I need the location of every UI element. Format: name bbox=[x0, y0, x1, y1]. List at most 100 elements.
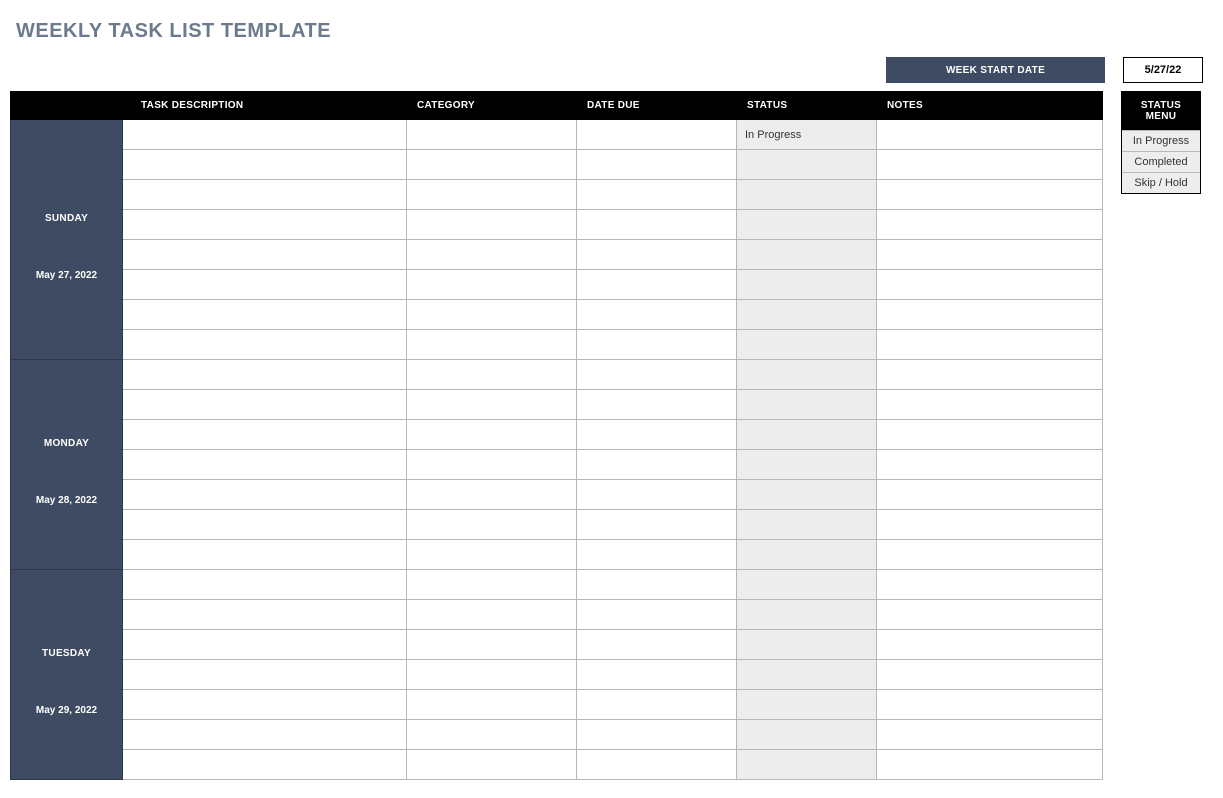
status-cell[interactable] bbox=[737, 600, 877, 630]
category-cell[interactable] bbox=[407, 720, 577, 750]
notes-cell[interactable] bbox=[877, 720, 1103, 750]
notes-cell[interactable] bbox=[877, 450, 1103, 480]
status-cell[interactable] bbox=[737, 390, 877, 420]
task-cell[interactable] bbox=[123, 690, 407, 720]
task-cell[interactable] bbox=[123, 450, 407, 480]
status-cell[interactable] bbox=[737, 360, 877, 390]
task-cell[interactable] bbox=[123, 600, 407, 630]
date-due-cell[interactable] bbox=[577, 420, 737, 450]
task-cell[interactable] bbox=[123, 180, 407, 210]
task-cell[interactable] bbox=[123, 270, 407, 300]
task-cell[interactable] bbox=[123, 630, 407, 660]
notes-cell[interactable] bbox=[877, 390, 1103, 420]
status-cell[interactable] bbox=[737, 690, 877, 720]
notes-cell[interactable] bbox=[877, 360, 1103, 390]
task-cell[interactable] bbox=[123, 150, 407, 180]
task-cell[interactable] bbox=[123, 510, 407, 540]
status-cell[interactable] bbox=[737, 150, 877, 180]
notes-cell[interactable] bbox=[877, 210, 1103, 240]
notes-cell[interactable] bbox=[877, 300, 1103, 330]
status-menu-item[interactable]: Skip / Hold bbox=[1122, 172, 1200, 193]
date-due-cell[interactable] bbox=[577, 750, 737, 780]
date-due-cell[interactable] bbox=[577, 270, 737, 300]
category-cell[interactable] bbox=[407, 180, 577, 210]
category-cell[interactable] bbox=[407, 420, 577, 450]
category-cell[interactable] bbox=[407, 690, 577, 720]
status-cell[interactable] bbox=[737, 660, 877, 690]
date-due-cell[interactable] bbox=[577, 240, 737, 270]
task-cell[interactable] bbox=[123, 300, 407, 330]
date-due-cell[interactable] bbox=[577, 510, 737, 540]
status-cell[interactable] bbox=[737, 750, 877, 780]
date-due-cell[interactable] bbox=[577, 180, 737, 210]
status-cell[interactable] bbox=[737, 630, 877, 660]
category-cell[interactable] bbox=[407, 120, 577, 150]
task-cell[interactable] bbox=[123, 570, 407, 600]
status-menu-item[interactable]: In Progress bbox=[1122, 130, 1200, 151]
task-cell[interactable] bbox=[123, 540, 407, 570]
category-cell[interactable] bbox=[407, 270, 577, 300]
date-due-cell[interactable] bbox=[577, 150, 737, 180]
notes-cell[interactable] bbox=[877, 690, 1103, 720]
date-due-cell[interactable] bbox=[577, 570, 737, 600]
category-cell[interactable] bbox=[407, 330, 577, 360]
notes-cell[interactable] bbox=[877, 630, 1103, 660]
category-cell[interactable] bbox=[407, 570, 577, 600]
date-due-cell[interactable] bbox=[577, 330, 737, 360]
task-cell[interactable] bbox=[123, 720, 407, 750]
notes-cell[interactable] bbox=[877, 120, 1103, 150]
task-cell[interactable] bbox=[123, 360, 407, 390]
task-cell[interactable] bbox=[123, 390, 407, 420]
category-cell[interactable] bbox=[407, 540, 577, 570]
category-cell[interactable] bbox=[407, 660, 577, 690]
status-cell[interactable] bbox=[737, 180, 877, 210]
task-cell[interactable] bbox=[123, 480, 407, 510]
task-cell[interactable] bbox=[123, 120, 407, 150]
task-cell[interactable] bbox=[123, 420, 407, 450]
status-cell[interactable] bbox=[737, 300, 877, 330]
date-due-cell[interactable] bbox=[577, 360, 737, 390]
task-cell[interactable] bbox=[123, 240, 407, 270]
status-cell[interactable] bbox=[737, 720, 877, 750]
notes-cell[interactable] bbox=[877, 150, 1103, 180]
date-due-cell[interactable] bbox=[577, 210, 737, 240]
status-cell[interactable]: In Progress bbox=[737, 120, 877, 150]
notes-cell[interactable] bbox=[877, 750, 1103, 780]
status-cell[interactable] bbox=[737, 270, 877, 300]
notes-cell[interactable] bbox=[877, 420, 1103, 450]
notes-cell[interactable] bbox=[877, 660, 1103, 690]
notes-cell[interactable] bbox=[877, 270, 1103, 300]
status-cell[interactable] bbox=[737, 240, 877, 270]
category-cell[interactable] bbox=[407, 450, 577, 480]
status-cell[interactable] bbox=[737, 210, 877, 240]
notes-cell[interactable] bbox=[877, 570, 1103, 600]
date-due-cell[interactable] bbox=[577, 540, 737, 570]
category-cell[interactable] bbox=[407, 240, 577, 270]
status-cell[interactable] bbox=[737, 330, 877, 360]
notes-cell[interactable] bbox=[877, 600, 1103, 630]
date-due-cell[interactable] bbox=[577, 300, 737, 330]
status-cell[interactable] bbox=[737, 540, 877, 570]
task-cell[interactable] bbox=[123, 330, 407, 360]
status-cell[interactable] bbox=[737, 570, 877, 600]
date-due-cell[interactable] bbox=[577, 450, 737, 480]
status-cell[interactable] bbox=[737, 510, 877, 540]
date-due-cell[interactable] bbox=[577, 120, 737, 150]
category-cell[interactable] bbox=[407, 390, 577, 420]
date-due-cell[interactable] bbox=[577, 390, 737, 420]
status-menu-item[interactable]: Completed bbox=[1122, 151, 1200, 172]
category-cell[interactable] bbox=[407, 360, 577, 390]
task-cell[interactable] bbox=[123, 210, 407, 240]
category-cell[interactable] bbox=[407, 750, 577, 780]
category-cell[interactable] bbox=[407, 210, 577, 240]
category-cell[interactable] bbox=[407, 150, 577, 180]
date-due-cell[interactable] bbox=[577, 720, 737, 750]
date-due-cell[interactable] bbox=[577, 660, 737, 690]
notes-cell[interactable] bbox=[877, 540, 1103, 570]
notes-cell[interactable] bbox=[877, 240, 1103, 270]
notes-cell[interactable] bbox=[877, 330, 1103, 360]
notes-cell[interactable] bbox=[877, 180, 1103, 210]
notes-cell[interactable] bbox=[877, 480, 1103, 510]
category-cell[interactable] bbox=[407, 600, 577, 630]
category-cell[interactable] bbox=[407, 510, 577, 540]
